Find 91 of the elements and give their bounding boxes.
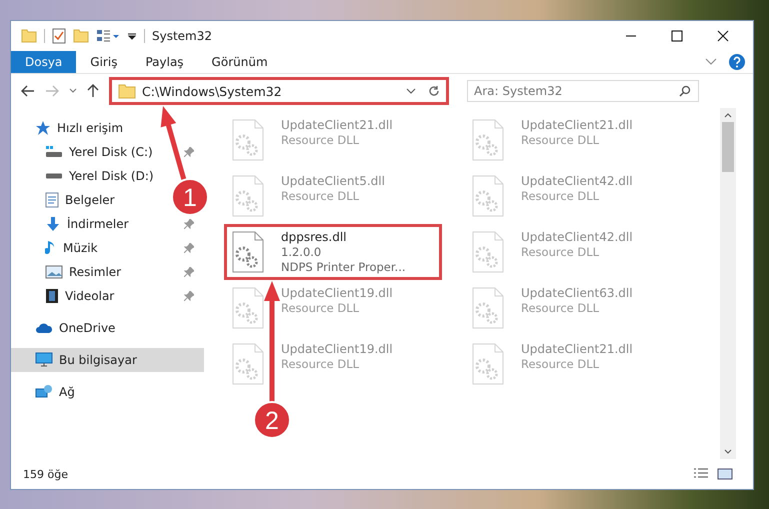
- file-name: UpdateClient21.dll: [281, 118, 393, 133]
- settings-file-icon: [471, 342, 505, 386]
- file-name: dppsres.dll: [281, 230, 348, 245]
- file-name: UpdateClient63.dll: [521, 286, 633, 301]
- network-icon: [35, 384, 53, 400]
- settings-file-icon: [231, 342, 265, 386]
- star-icon: [35, 120, 51, 136]
- settings-file-icon: [471, 118, 505, 162]
- music-note-icon: [45, 240, 57, 256]
- document-icon: [45, 192, 59, 208]
- download-arrow-icon: [45, 216, 61, 232]
- sidebar-item[interactable]: İndirmeler: [11, 212, 135, 236]
- file-detail: Resource DLL: [281, 189, 360, 204]
- drive-icon: [45, 173, 63, 179]
- file-detail: Resource DLL: [521, 301, 600, 316]
- caret-icon[interactable]: [724, 112, 732, 118]
- drive-icon: [45, 146, 63, 158]
- settings-file-icon: [471, 286, 505, 330]
- sidebar-item[interactable]: Yerel Disk (D:): [11, 164, 160, 188]
- file-item[interactable]: dppsres.dll 1.2.0.0 NDPS Printer Proper...: [224, 224, 442, 280]
- file-name: UpdateClient21.dll: [521, 342, 633, 357]
- large-icons-view-icon[interactable]: [717, 468, 733, 480]
- file-name: UpdateClient5.dll: [281, 174, 385, 189]
- back-arrow-icon[interactable]: [21, 85, 35, 97]
- settings-file-icon: [471, 174, 505, 218]
- picture-icon: [45, 265, 63, 279]
- file-detail: Resource DLL: [521, 245, 600, 260]
- number-badge: [253, 401, 291, 439]
- close-icon[interactable]: [717, 30, 729, 42]
- ribbon-tab[interactable]: Giriş: [76, 51, 132, 73]
- file-detail: Resource DLL: [521, 357, 600, 372]
- scrollbar[interactable]: [720, 108, 736, 459]
- file-name: UpdateClient19.dll: [281, 286, 393, 301]
- sidebar-item[interactable]: Belgeler: [11, 188, 121, 212]
- file-detail: Resource DLL: [281, 357, 360, 372]
- pin-icon[interactable]: [184, 291, 194, 301]
- refresh-icon[interactable]: [428, 85, 440, 97]
- search-icon[interactable]: [679, 85, 691, 97]
- chevron-icon[interactable]: [705, 58, 717, 66]
- details-view-icon[interactable]: [693, 468, 709, 480]
- up-arrow-icon[interactable]: [87, 84, 99, 98]
- ribbon-tab[interactable]: Görünüm: [198, 51, 282, 73]
- sidebar-item[interactable]: Ağ: [11, 380, 81, 404]
- sidebar-item[interactable]: OneDrive: [11, 316, 122, 340]
- badge-number: 1: [183, 184, 197, 212]
- folder-icon: [118, 84, 136, 98]
- properties-icon[interactable]: [52, 28, 66, 44]
- scrollbar-thumb[interactable]: [722, 122, 734, 172]
- file-name: UpdateClient42.dll: [521, 230, 633, 245]
- ribbon-tab[interactable]: Paylaş: [131, 51, 198, 73]
- item-count: 159 öğe: [23, 468, 68, 480]
- view-dropdown-icon[interactable]: [96, 29, 120, 43]
- caret-icon[interactable]: [127, 31, 137, 41]
- settings-file-icon: [231, 286, 265, 330]
- cloud-icon: [35, 322, 53, 334]
- pin-icon[interactable]: [184, 147, 194, 157]
- file-detail: Resource DLL: [281, 301, 360, 316]
- sidebar-item[interactable]: Yerel Disk (C:): [11, 140, 159, 164]
- window-title: System32: [152, 29, 212, 43]
- search-field[interactable]: Ara: System32: [467, 80, 699, 102]
- file-detail: Resource DLL: [521, 189, 600, 204]
- film-icon: [45, 288, 59, 304]
- number-badge: [171, 178, 209, 216]
- caret-icon[interactable]: [406, 88, 416, 94]
- file-menu-tab[interactable]: Dosya: [11, 51, 76, 73]
- pin-icon[interactable]: [184, 267, 194, 277]
- pin-icon[interactable]: [184, 219, 194, 229]
- maximize-icon[interactable]: [671, 30, 683, 42]
- sidebar-item[interactable]: Resimler: [11, 260, 128, 284]
- caret-icon[interactable]: [724, 449, 732, 455]
- settings-file-icon: [231, 230, 265, 274]
- file-name: UpdateClient19.dll: [281, 342, 393, 357]
- settings-file-icon: [471, 230, 505, 274]
- file-detail: Resource DLL: [521, 133, 600, 148]
- pin-icon[interactable]: [184, 243, 194, 253]
- file-detail: 1.2.0.0: [281, 245, 322, 260]
- sidebar-item[interactable]: Bu bilgisayar: [11, 348, 204, 372]
- address-bar[interactable]: C:\Windows\System32: [109, 77, 449, 105]
- sidebar-item[interactable]: Müzik: [11, 236, 104, 260]
- monitor-icon: [35, 352, 53, 368]
- file-name: UpdateClient21.dll: [521, 118, 633, 133]
- address-path: C:\Windows\System32: [142, 84, 283, 98]
- badge-number: 2: [265, 407, 279, 435]
- sidebar-item[interactable]: Videolar: [11, 284, 120, 308]
- settings-file-icon: [231, 174, 265, 218]
- settings-file-icon: [231, 118, 265, 162]
- file-name: UpdateClient42.dll: [521, 174, 633, 189]
- sidebar-item[interactable]: Hızlı erişim: [11, 116, 130, 140]
- help-icon[interactable]: [729, 54, 745, 70]
- file-detail: Resource DLL: [281, 133, 360, 148]
- file-detail: NDPS Printer Proper...: [281, 260, 406, 275]
